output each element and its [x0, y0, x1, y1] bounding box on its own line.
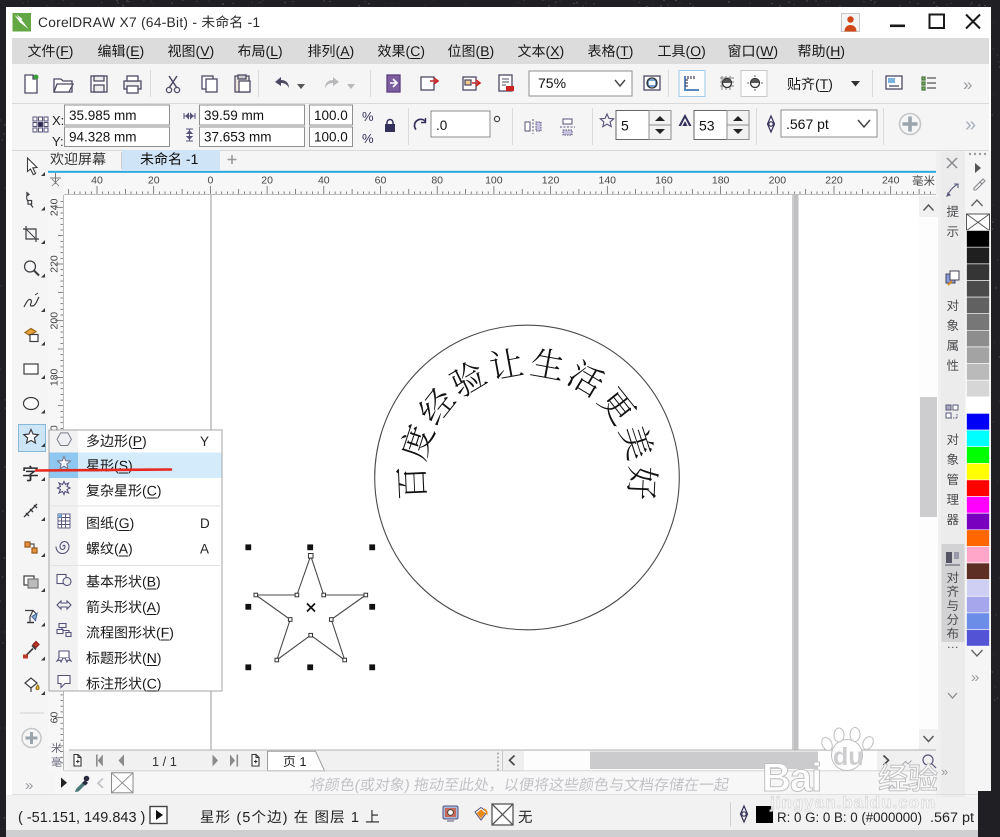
- svg-text:100.0: 100.0: [314, 108, 348, 123]
- svg-text:A: A: [200, 542, 209, 557]
- svg-text:35.985 mm: 35.985 mm: [69, 108, 137, 123]
- svg-text:20: 20: [148, 175, 160, 187]
- svg-text:39.59 mm: 39.59 mm: [204, 108, 264, 123]
- svg-text:»: »: [941, 764, 948, 779]
- svg-text:200: 200: [49, 312, 61, 330]
- svg-text:40: 40: [318, 175, 330, 187]
- svg-text:37.653 mm: 37.653 mm: [204, 130, 272, 145]
- svg-text:60: 60: [375, 175, 387, 187]
- svg-text:5: 5: [621, 118, 629, 134]
- svg-text:220: 220: [825, 175, 843, 187]
- svg-text:%: %: [362, 109, 374, 124]
- svg-text:40: 40: [91, 175, 103, 187]
- svg-text:240: 240: [49, 198, 61, 216]
- svg-text:140: 140: [598, 175, 616, 187]
- svg-text:0: 0: [207, 175, 213, 187]
- svg-text:53: 53: [699, 118, 715, 134]
- svg-text:60: 60: [49, 712, 61, 724]
- svg-text:.0: .0: [436, 118, 447, 133]
- svg-text:»: »: [963, 75, 972, 94]
- svg-text:160: 160: [655, 175, 673, 187]
- svg-text:1 / 1: 1 / 1: [152, 754, 177, 769]
- svg-text:80: 80: [431, 175, 443, 187]
- svg-text:»: »: [965, 114, 976, 136]
- svg-text:180: 180: [49, 368, 61, 386]
- svg-text:»: »: [25, 777, 33, 794]
- svg-text:( -51.151, 149.843 ): ( -51.151, 149.843 ): [18, 810, 145, 826]
- svg-text:75%: 75%: [538, 75, 566, 91]
- svg-text:jingyan.baidu.com: jingyan.baidu.com: [769, 793, 936, 812]
- svg-text:180: 180: [712, 175, 730, 187]
- svg-text:200: 200: [769, 175, 787, 187]
- svg-text:120: 120: [542, 175, 560, 187]
- svg-text:.567 pt: .567 pt: [930, 810, 974, 826]
- svg-text:»: »: [971, 669, 979, 686]
- svg-text:du: du: [833, 743, 864, 771]
- svg-text:D: D: [200, 516, 210, 531]
- svg-text:R: 0 G: 0 B: 0 (#000000): R: 0 G: 0 B: 0 (#000000): [777, 810, 922, 826]
- svg-text:Y: Y: [200, 434, 209, 449]
- svg-text:100: 100: [485, 175, 503, 187]
- svg-text:X:: X:: [52, 113, 64, 128]
- svg-text:20: 20: [261, 175, 273, 187]
- svg-text:.567 pt: .567 pt: [786, 116, 829, 132]
- svg-text:94.328 mm: 94.328 mm: [69, 130, 137, 145]
- svg-text:100.0: 100.0: [314, 130, 348, 145]
- svg-text:Y:: Y:: [52, 134, 64, 149]
- svg-text:220: 220: [49, 255, 61, 273]
- svg-text:240: 240: [882, 175, 900, 187]
- svg-text:%: %: [362, 131, 374, 146]
